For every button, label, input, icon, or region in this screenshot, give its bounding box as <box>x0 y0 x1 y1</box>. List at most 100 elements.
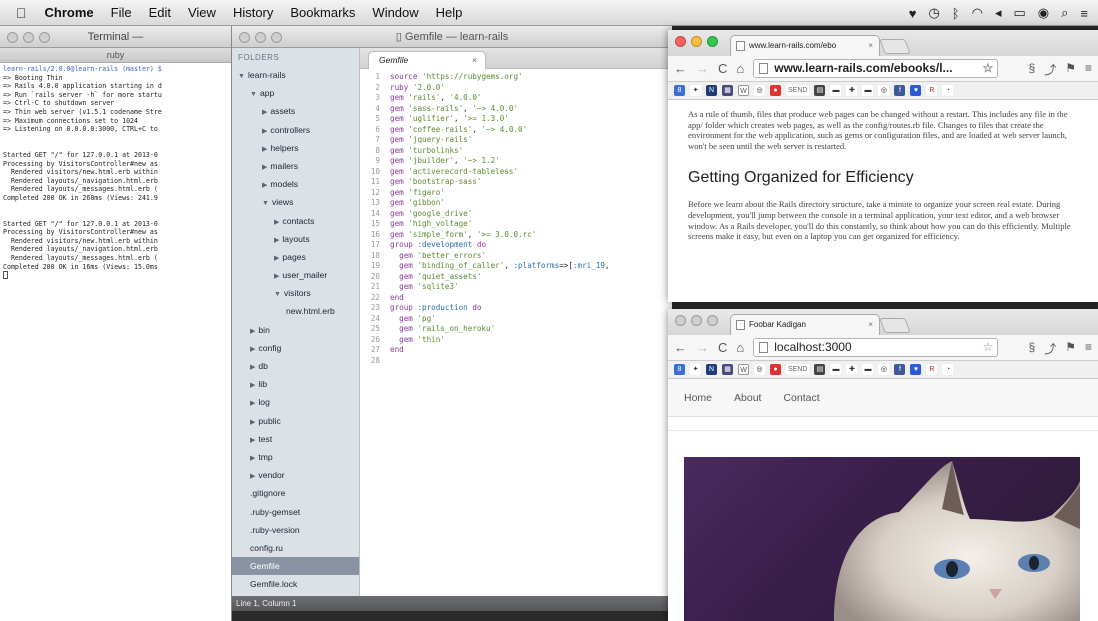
bookmark-item[interactable]: 8 <box>674 85 685 96</box>
file-tree-item[interactable]: ▶ user_mailer <box>232 266 359 284</box>
bookmark-item-icon[interactable]: ● <box>770 85 781 96</box>
bookmark-item-icon[interactable]: ▬ <box>830 364 842 375</box>
disclosure-closed-icon[interactable]: ▶ <box>250 400 255 407</box>
bookmark-item-icon[interactable]: ◔ <box>942 364 954 375</box>
nav-link-home[interactable]: Home <box>684 392 712 404</box>
minimize-window-button[interactable] <box>691 315 702 326</box>
notification-list-icon[interactable]: ≡ <box>1080 6 1088 21</box>
file-tree-item[interactable]: .ruby-gemset <box>232 503 359 521</box>
back-arrow-icon[interactable]: ← <box>674 61 687 76</box>
file-tree-item[interactable]: ▶ vendor <box>232 466 359 484</box>
bookmark-item[interactable]: N <box>706 85 717 96</box>
file-tree-item[interactable]: ▶ assets <box>232 102 359 120</box>
disclosure-open-icon[interactable]: ▼ <box>250 91 257 98</box>
disclosure-closed-icon[interactable]: ▶ <box>250 328 255 335</box>
file-tree-item[interactable]: ▼ visitors <box>232 284 359 302</box>
disclosure-closed-icon[interactable]: ▶ <box>250 455 255 462</box>
code-line[interactable]: 18 gem 'better_errors' <box>360 251 672 262</box>
code-line[interactable]: 25 gem 'rails_on_heroku' <box>360 324 672 335</box>
disclosure-open-icon[interactable]: ▼ <box>238 73 245 80</box>
bookmark-item-pin-icon[interactable]: ✦ <box>690 85 701 96</box>
file-tree-item[interactable]: ▼ views <box>232 193 359 211</box>
file-tree-item[interactable]: config.ru <box>232 539 359 557</box>
file-tree-item[interactable]: ▶ layouts <box>232 230 359 248</box>
close-window-button[interactable] <box>7 32 18 43</box>
file-tree-item[interactable]: new.html.erb <box>232 302 359 320</box>
file-tree-item[interactable]: ▶ bin <box>232 321 359 339</box>
menu-window[interactable]: Window <box>372 5 418 20</box>
browser-tab-localhost[interactable]: Foobar Kadigan × <box>730 314 880 335</box>
extension-icon[interactable]: ⤴ <box>1044 61 1056 78</box>
browser-tabstrip[interactable]: Foobar Kadigan × <box>668 309 1098 335</box>
code-line[interactable]: 11 gem 'bootstrap-sass' <box>360 177 672 188</box>
reload-icon[interactable]: C <box>718 340 727 355</box>
code-line[interactable]: 8 gem 'turbolinks' <box>360 146 672 157</box>
bookmark-item[interactable]: SEND <box>786 85 810 96</box>
code-line[interactable]: 2 ruby '2.0.0' <box>360 83 672 94</box>
bookmark-item[interactable]: R <box>926 364 938 375</box>
code-line[interactable]: 14 gem 'google_drive' <box>360 209 672 220</box>
code-line[interactable]: 19 gem 'binding_of_caller', :platforms=>… <box>360 261 672 272</box>
code-line[interactable]: 23 group :production do <box>360 303 672 314</box>
disclosure-closed-icon[interactable]: ▶ <box>262 182 267 189</box>
disclosure-closed-icon[interactable]: ▶ <box>274 219 279 226</box>
extension-icon[interactable]: ⤴ <box>1044 340 1056 357</box>
file-tree-item[interactable]: ▶ db <box>232 357 359 375</box>
disclosure-closed-icon[interactable]: ▶ <box>262 109 267 116</box>
code-line[interactable]: 5 gem 'uglifier', '>= 1.3.0' <box>360 114 672 125</box>
bookmark-star-icon[interactable]: ☆ <box>982 60 993 77</box>
disclosure-open-icon[interactable]: ▼ <box>274 291 281 298</box>
zoom-window-button[interactable] <box>707 36 718 47</box>
disclosure-closed-icon[interactable]: ▶ <box>250 473 255 480</box>
disclosure-closed-icon[interactable]: ▶ <box>262 164 267 171</box>
bookmark-item-icon[interactable]: ▤ <box>814 85 826 96</box>
bookmark-item-icon[interactable]: ▤ <box>814 364 826 375</box>
bookmark-item-icon[interactable]: ✚ <box>846 364 858 375</box>
close-window-button[interactable] <box>675 315 686 326</box>
code-line[interactable]: 16 gem 'simple_form', '>= 3.0.0.rc' <box>360 230 672 241</box>
disclosure-closed-icon[interactable]: ▶ <box>262 146 267 153</box>
disclosure-closed-icon[interactable]: ▶ <box>250 382 255 389</box>
bookmark-item-icon[interactable]: ▬ <box>862 364 874 375</box>
close-window-button[interactable] <box>239 32 250 43</box>
minimize-window-button[interactable] <box>23 32 34 43</box>
disclosure-closed-icon[interactable]: ▶ <box>274 237 279 244</box>
code-line[interactable]: 4 gem 'sass-rails', '~> 4.0.0' <box>360 104 672 115</box>
code-line[interactable]: 24 gem 'pg' <box>360 314 672 325</box>
volume-icon[interactable]: ◂ <box>995 5 1002 21</box>
bookmark-item-icon[interactable]: ● <box>770 364 781 375</box>
file-tree-item[interactable]: .gitignore <box>232 484 359 502</box>
bookmark-item[interactable]: N <box>706 364 717 375</box>
extension-icon[interactable]: ⚑ <box>1065 61 1076 78</box>
code-line[interactable]: 26 gem 'thin' <box>360 335 672 346</box>
code-line[interactable]: 17 group :development do <box>360 240 672 251</box>
bookmark-item-icon[interactable]: ♥ <box>910 85 922 96</box>
code-line[interactable]: 27 end <box>360 345 672 356</box>
zoom-window-button[interactable] <box>707 315 718 326</box>
menu-icon[interactable]: ≡ <box>1085 61 1092 78</box>
address-bar[interactable]: www.learn-rails.com/ebooks/l... ☆ <box>753 59 999 78</box>
code-line[interactable]: 7 gem 'jquery-rails' <box>360 135 672 146</box>
bookmark-item-icon[interactable]: ✚ <box>846 85 858 96</box>
forward-arrow-icon[interactable]: → <box>696 61 709 76</box>
disclosure-open-icon[interactable]: ▼ <box>262 200 269 207</box>
wifi-icon[interactable]: ◠ <box>972 5 983 21</box>
code-line[interactable]: 9 gem 'jbuilder', '~> 1.2' <box>360 156 672 167</box>
facebook-icon[interactable]: f <box>894 85 906 96</box>
disclosure-closed-icon[interactable]: ▶ <box>250 346 255 353</box>
file-tree-item[interactable]: ▶ config <box>232 339 359 357</box>
home-icon[interactable]: ⌂ <box>736 61 744 76</box>
code-lines[interactable]: 1 source 'https://rubygems.org' 2 ruby '2.0… <box>360 69 672 366</box>
reload-icon[interactable]: C <box>718 61 727 76</box>
close-tab-icon[interactable]: × <box>868 36 873 55</box>
terminal-titlebar[interactable]: Terminal — <box>0 26 231 48</box>
disclosure-closed-icon[interactable]: ▶ <box>250 437 255 444</box>
menu-icon[interactable]: ≡ <box>1085 340 1092 357</box>
bookmark-item-icon[interactable]: ◔ <box>942 85 954 96</box>
file-tree-item[interactable]: ▶ test <box>232 430 359 448</box>
file-tree-item[interactable]: ▶ pages <box>232 248 359 266</box>
code-line[interactable]: 20 gem 'quiet_assets' <box>360 272 672 283</box>
bookmark-star-icon[interactable]: ☆ <box>982 339 993 356</box>
code-line[interactable]: 1 source 'https://rubygems.org' <box>360 72 672 83</box>
code-line[interactable]: 15 gem 'high_voltage' <box>360 219 672 230</box>
